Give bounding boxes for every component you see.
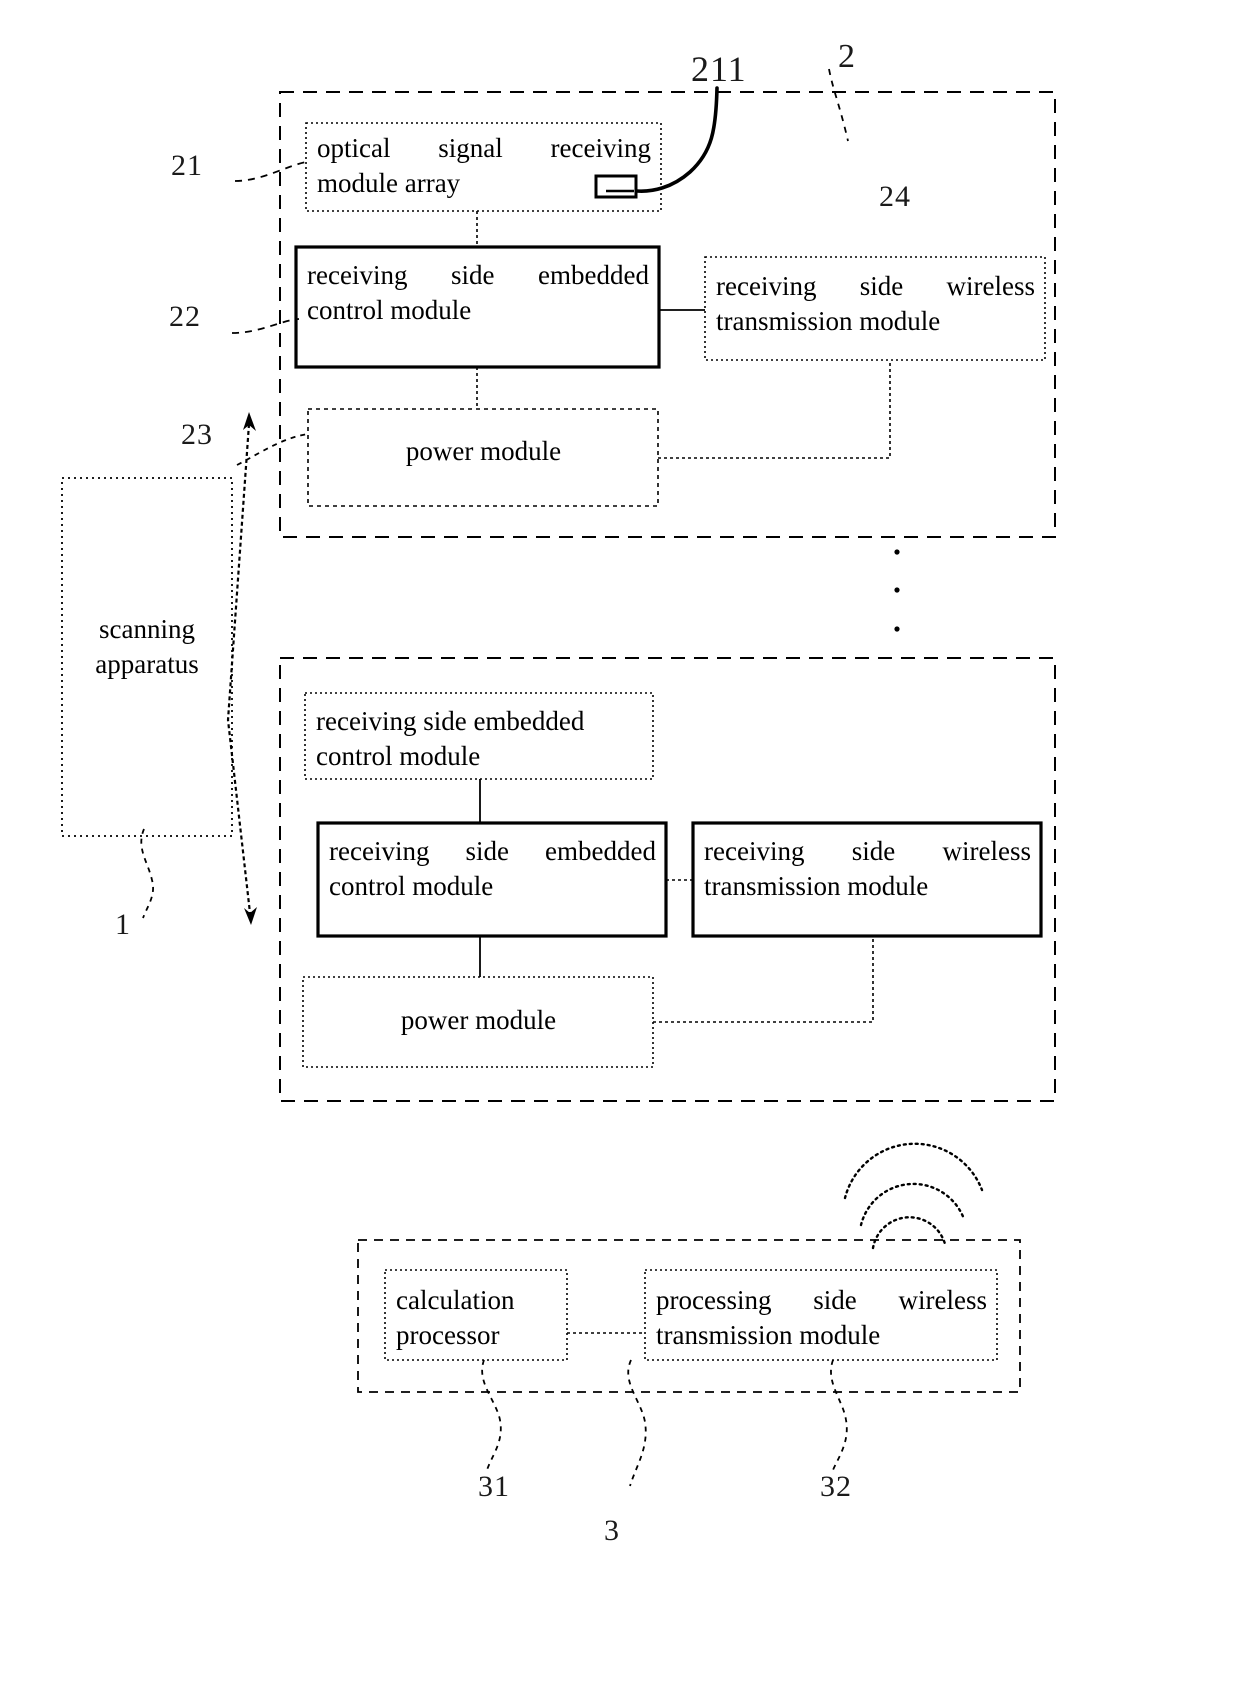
leader-line-3 [627, 1359, 647, 1487]
label-power-module-top: power module [405, 436, 562, 466]
connector-power-to-wireless-top [658, 360, 891, 459]
leader-line-1 [140, 828, 154, 919]
reference-numeral-3: 3 [604, 1514, 620, 1547]
label-processing-side-wireless-transmission-module: processing side wireless transmission mo… [656, 1285, 987, 1350]
leader-line-31 [481, 1359, 502, 1471]
label-receiving-side-embedded-control-module-mid: receiving side embedded control module [329, 836, 656, 901]
connector-power-to-wireless-mid [653, 936, 874, 1023]
wireless-signal-arc-inner [871, 1216, 947, 1250]
ellipsis-dot [894, 549, 900, 555]
label-receiving-side-wireless-transmission-module-mid: receiving side wireless transmission mod… [704, 836, 1031, 901]
reference-numeral-2: 2 [838, 38, 856, 75]
reference-numeral-23: 23 [181, 418, 213, 451]
ellipsis-dot [894, 587, 900, 593]
ellipsis-dot [894, 626, 900, 632]
reference-numeral-32: 32 [820, 1470, 852, 1503]
label-power-module-mid: power module [400, 1005, 557, 1035]
patent-figure: optical signal receiving module array re… [0, 0, 1240, 1694]
label-receiving-side-embedded-control-module-top: receiving side embedded control module [307, 260, 649, 325]
arrowhead-top [243, 412, 256, 431]
leader-line-32 [830, 1359, 848, 1471]
reference-numeral-24: 24 [879, 180, 911, 213]
reference-numeral-22: 22 [169, 300, 201, 333]
label-optical-signal-receiving-module-array: optical signal receiving module array [317, 133, 651, 198]
arrowhead-bottom [244, 907, 257, 925]
label-scanning-apparatus: scanning apparatus [95, 614, 199, 679]
label-receiving-side-embedded-control-module-mid-upper: receiving side embedded control module [316, 706, 585, 771]
reference-numeral-31: 31 [478, 1470, 510, 1503]
leader-line-21 [234, 161, 307, 182]
reference-numeral-21: 21 [171, 149, 203, 182]
leader-line-2 [828, 68, 849, 142]
wireless-signal-arc-middle [859, 1182, 966, 1227]
wireless-signal-arc-outer [843, 1142, 984, 1200]
label-receiving-side-wireless-transmission-module-top: receiving side wireless transmission mod… [716, 271, 1035, 336]
leader-line-22 [231, 318, 300, 334]
reference-numeral-1: 1 [115, 908, 131, 941]
label-calculation-processor: calculation processor [396, 1285, 515, 1350]
reference-numeral-211: 211 [691, 49, 747, 89]
